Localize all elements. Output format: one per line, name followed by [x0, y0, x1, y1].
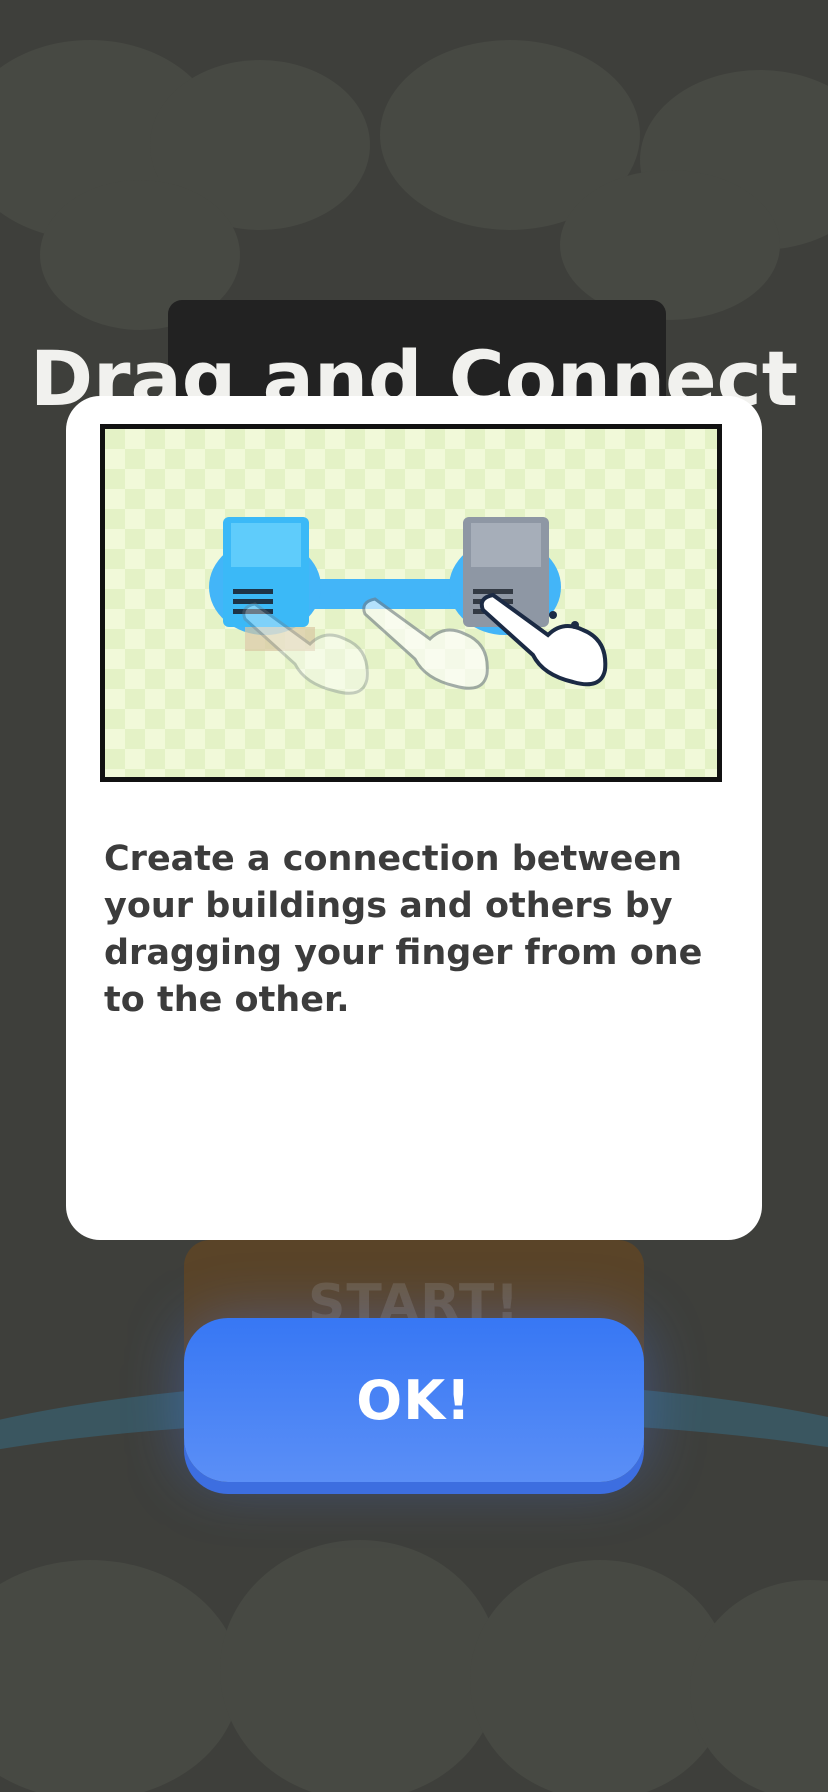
dialog-description: Create a connection between your buildin… [104, 839, 703, 1020]
ok-button-label: OK! [356, 1368, 472, 1432]
illustration-svg [105, 429, 717, 777]
bg-cloud [220, 1540, 500, 1792]
bg-cloud [560, 170, 780, 320]
ok-button[interactable]: OK! [184, 1318, 644, 1482]
tutorial-card: Create a connection between your buildin… [66, 396, 762, 1240]
tutorial-illustration [100, 424, 722, 782]
